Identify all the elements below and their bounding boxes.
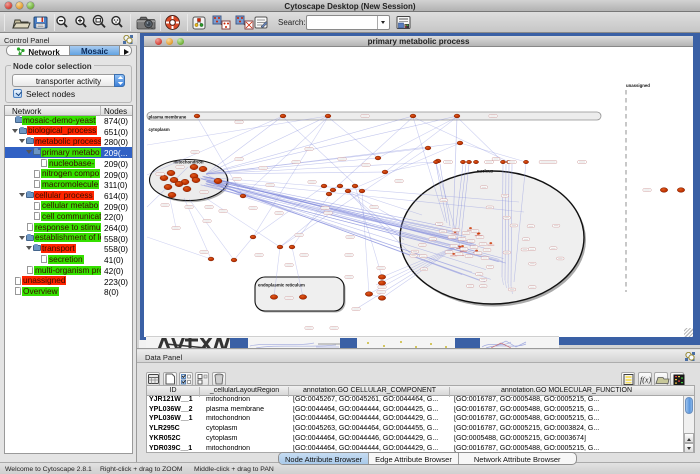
- svg-text:nucleus: nucleus: [477, 169, 494, 174]
- svg-text:endoplasmic reticulum: endoplasmic reticulum: [258, 283, 305, 288]
- svg-text:mitochondrion: mitochondrion: [173, 160, 203, 165]
- svg-text:plasma membrane: plasma membrane: [149, 114, 187, 119]
- svg-text:f(x): f(x): [640, 376, 651, 385]
- svg-text:cytoplasm: cytoplasm: [149, 127, 170, 132]
- svg-text:unassigned: unassigned: [626, 83, 650, 88]
